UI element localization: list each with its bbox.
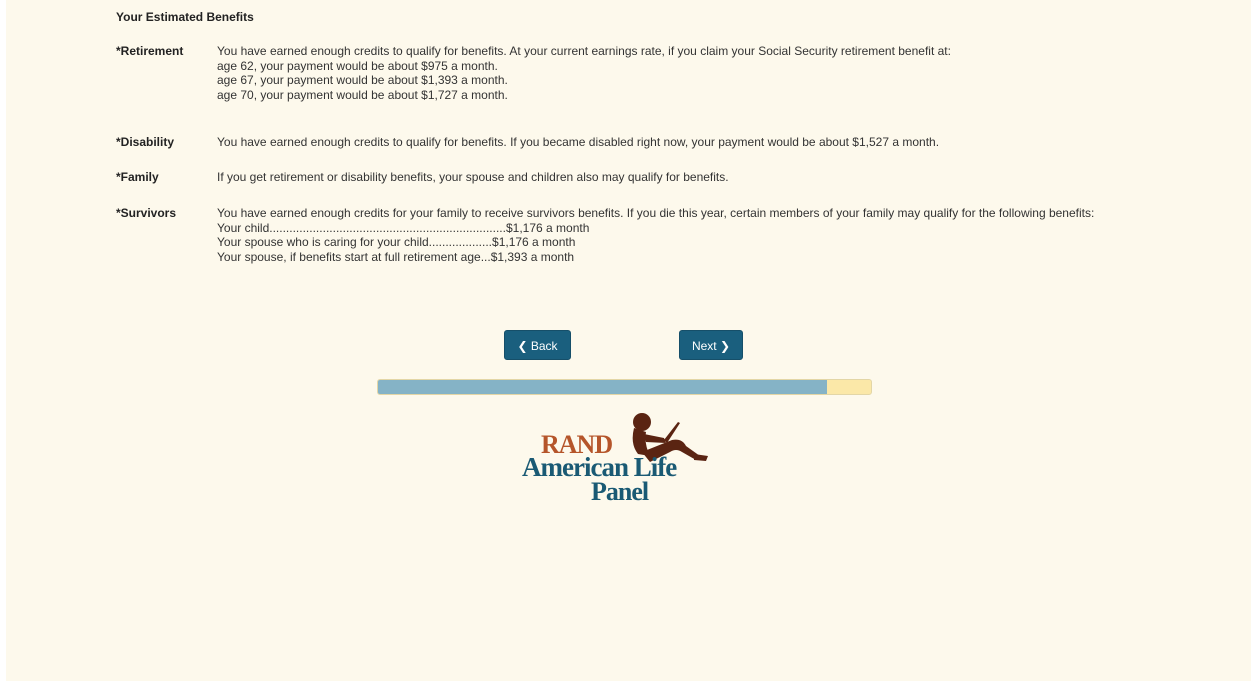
page-title: Your Estimated Benefits: [116, 10, 254, 24]
section-line: age 67, your payment would be about $1,3…: [217, 73, 508, 87]
next-button-label: Next: [691, 339, 717, 353]
survey-panel: [6, 0, 1251, 681]
next-button[interactable]: Next ❯: [679, 330, 743, 360]
section-label: *Disability: [116, 135, 175, 149]
chevron-right-icon: ❯: [719, 339, 731, 353]
back-button-label: Back: [530, 339, 558, 353]
survivor-benefit-spouse-caring: Your spouse who is caring for your child…: [217, 235, 576, 249]
section-line: You have earned enough credits to qualif…: [217, 44, 951, 58]
section-line: age 70, your payment would be about $1,7…: [217, 87, 508, 102]
section-label: *Family: [116, 170, 159, 184]
progress-bar: [377, 379, 872, 395]
survivor-benefit-child: Your child..............................…: [217, 220, 590, 235]
section-line: You have earned enough credits for your …: [217, 206, 1095, 220]
section-body: You have earned enough credits to qualif…: [217, 44, 1112, 102]
rand-american-life-panel-logo: RAND American Life Panel: [520, 410, 730, 515]
survivor-benefit-spouse-retirement: Your spouse, if benefits start at full r…: [217, 249, 575, 264]
logo-panel-text: Panel: [591, 477, 649, 506]
back-button[interactable]: ❮ Back: [504, 330, 571, 360]
section-line: You have earned enough credits to qualif…: [217, 135, 940, 149]
progress-bar-fill: [378, 380, 827, 394]
section-line: If you get retirement or disability bene…: [217, 170, 729, 184]
section-label: *Retirement: [116, 44, 184, 58]
section-body: You have earned enough credits to qualif…: [217, 135, 1112, 150]
section-body: You have earned enough credits for your …: [217, 206, 1112, 264]
chevron-left-icon: ❮: [517, 339, 528, 353]
section-label: *Survivors: [116, 206, 177, 220]
section-body: If you get retirement or disability bene…: [217, 170, 1112, 185]
section-line: age 62, your payment would be about $975…: [217, 58, 498, 73]
